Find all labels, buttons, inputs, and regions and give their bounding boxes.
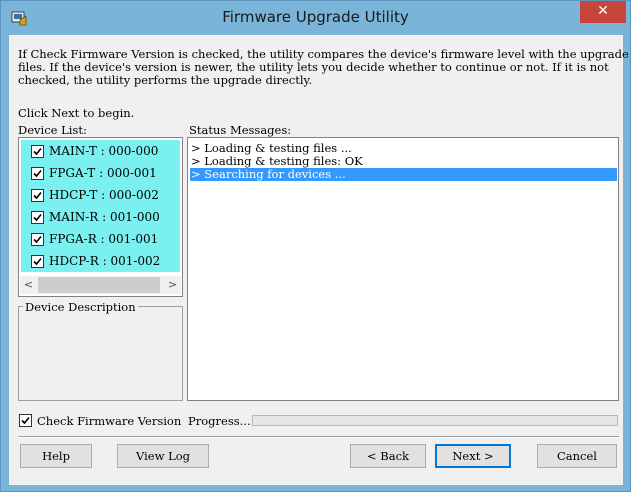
device-list-item[interactable]: MAIN-R : 001-000 <box>21 206 180 226</box>
intro-text: If Check Firmware Version is checked, th… <box>18 48 629 87</box>
checkmark-icon <box>33 235 42 244</box>
device-list-label: Device List: <box>18 123 87 137</box>
device-description-group: Device Description <box>18 300 183 401</box>
title-bar[interactable]: Firmware Upgrade Utility ✕ <box>1 1 630 35</box>
device-checkbox[interactable] <box>31 145 44 158</box>
view-log-button[interactable]: View Log <box>117 444 209 468</box>
back-button[interactable]: < Back <box>350 444 426 468</box>
device-description-label: Device Description <box>23 300 138 314</box>
device-checkbox[interactable] <box>31 211 44 224</box>
cancel-button[interactable]: Cancel <box>537 444 617 468</box>
device-label: FPGA-T : 000-001 <box>49 166 157 180</box>
status-messages-box[interactable]: > Loading & testing files ... > Loading &… <box>187 137 619 401</box>
progress-bar <box>252 415 618 426</box>
check-firmware-label[interactable]: Check Firmware Version <box>37 414 181 428</box>
help-button[interactable]: Help <box>20 444 92 468</box>
scroll-right-icon[interactable]: > <box>164 276 181 294</box>
device-checkbox[interactable] <box>31 189 44 202</box>
device-label: HDCP-R : 001-002 <box>49 254 161 268</box>
device-list-items: MAIN-T : 000-000 FPGA-T : 000-001 HDCP-T :… <box>21 140 180 272</box>
device-list[interactable]: MAIN-T : 000-000 FPGA-T : 000-001 HDCP-T :… <box>18 137 183 297</box>
intro-line: checked, the utility performs the upgrad… <box>18 73 313 87</box>
device-checkbox[interactable] <box>31 233 44 246</box>
status-messages-label: Status Messages: <box>189 123 292 137</box>
separator <box>18 436 619 438</box>
device-list-item[interactable]: FPGA-T : 000-001 <box>21 162 180 182</box>
device-list-item[interactable]: HDCP-R : 001-002 <box>21 250 180 270</box>
close-icon: ✕ <box>597 3 609 19</box>
checkmark-icon <box>21 416 30 425</box>
begin-instruction: Click Next to begin. <box>18 106 135 120</box>
device-label: MAIN-T : 000-000 <box>49 144 159 158</box>
device-list-scrollbar[interactable]: < > <box>20 276 181 294</box>
device-checkbox[interactable] <box>31 167 44 180</box>
next-button[interactable]: Next > <box>435 444 511 468</box>
checkmark-icon <box>33 169 42 178</box>
device-list-item[interactable]: FPGA-R : 001-001 <box>21 228 180 248</box>
device-label: FPGA-R : 001-001 <box>49 232 159 246</box>
window-title: Firmware Upgrade Utility <box>222 8 409 26</box>
close-button[interactable]: ✕ <box>580 1 626 23</box>
checkmark-icon <box>33 213 42 222</box>
device-list-item[interactable]: MAIN-T : 000-000 <box>21 140 180 160</box>
check-firmware-checkbox[interactable] <box>19 414 32 427</box>
device-label: MAIN-R : 001-000 <box>49 210 160 224</box>
device-list-item[interactable]: HDCP-T : 000-002 <box>21 184 180 204</box>
status-message[interactable]: > Searching for devices ... <box>190 168 617 181</box>
device-checkbox[interactable] <box>31 255 44 268</box>
checkmark-icon <box>33 191 42 200</box>
device-label: HDCP-T : 000-002 <box>49 188 159 202</box>
scroll-thumb[interactable] <box>38 277 160 293</box>
progress-label: Progress... <box>188 414 251 428</box>
checkmark-icon <box>33 147 42 156</box>
scroll-left-icon[interactable]: < <box>20 276 37 294</box>
checkmark-icon <box>33 257 42 266</box>
